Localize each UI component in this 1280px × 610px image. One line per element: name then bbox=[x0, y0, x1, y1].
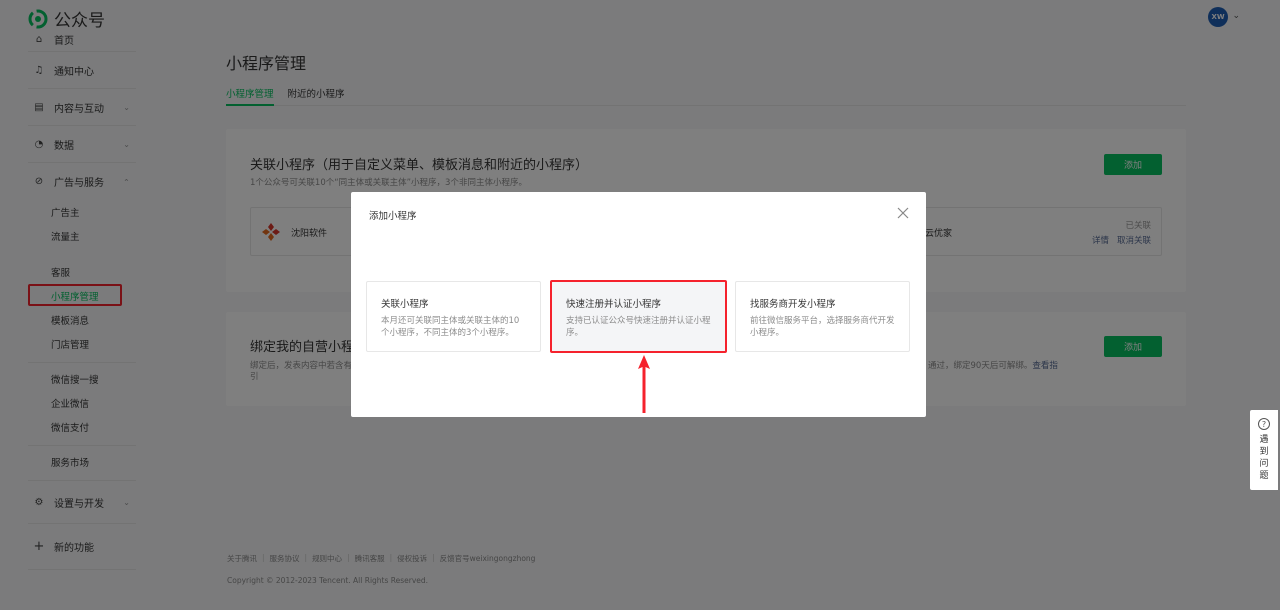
option-description: 本月还可关联同主体或关联主体的10个小程序，不同主体的3个小程序。 bbox=[381, 316, 520, 338]
question-icon: ? bbox=[1258, 418, 1270, 430]
highlight-box bbox=[550, 280, 727, 353]
help-float-button[interactable]: ? 遇到问题 bbox=[1250, 410, 1278, 490]
option-service-provider-miniprogram[interactable]: 找服务商开发小程序 前往微信服务平台，选择服务商代开发小程序。 bbox=[735, 281, 910, 352]
option-title: 找服务商开发小程序 bbox=[750, 299, 836, 310]
dialog-title: 添加小程序 bbox=[369, 211, 417, 222]
option-link-miniprogram[interactable]: 关联小程序 本月还可关联同主体或关联主体的10个小程序，不同主体的3个小程序。 bbox=[366, 281, 541, 352]
option-description: 前往微信服务平台，选择服务商代开发小程序。 bbox=[750, 316, 895, 338]
annotation-arrow-up-icon bbox=[638, 355, 650, 413]
option-title: 关联小程序 bbox=[381, 299, 429, 310]
close-icon[interactable] bbox=[896, 206, 910, 220]
help-label: 遇到问题 bbox=[1259, 435, 1269, 481]
